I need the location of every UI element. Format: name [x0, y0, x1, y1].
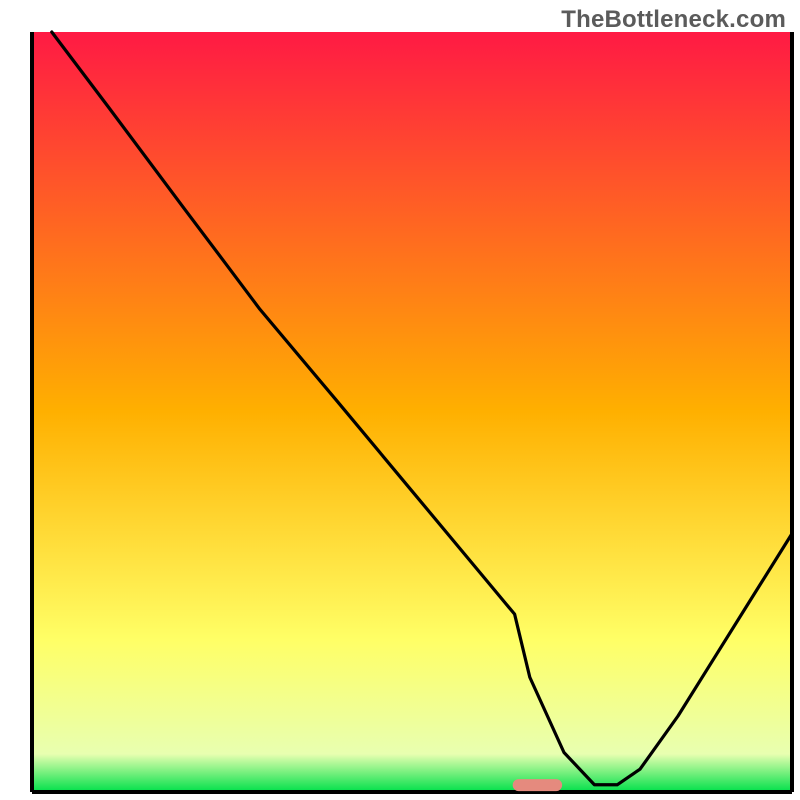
optimum-marker — [513, 779, 562, 791]
chart-svg — [0, 0, 800, 800]
watermark-text: TheBottleneck.com — [561, 6, 786, 34]
chart-container: TheBottleneck.com — [0, 0, 800, 800]
plot-background — [32, 32, 792, 792]
